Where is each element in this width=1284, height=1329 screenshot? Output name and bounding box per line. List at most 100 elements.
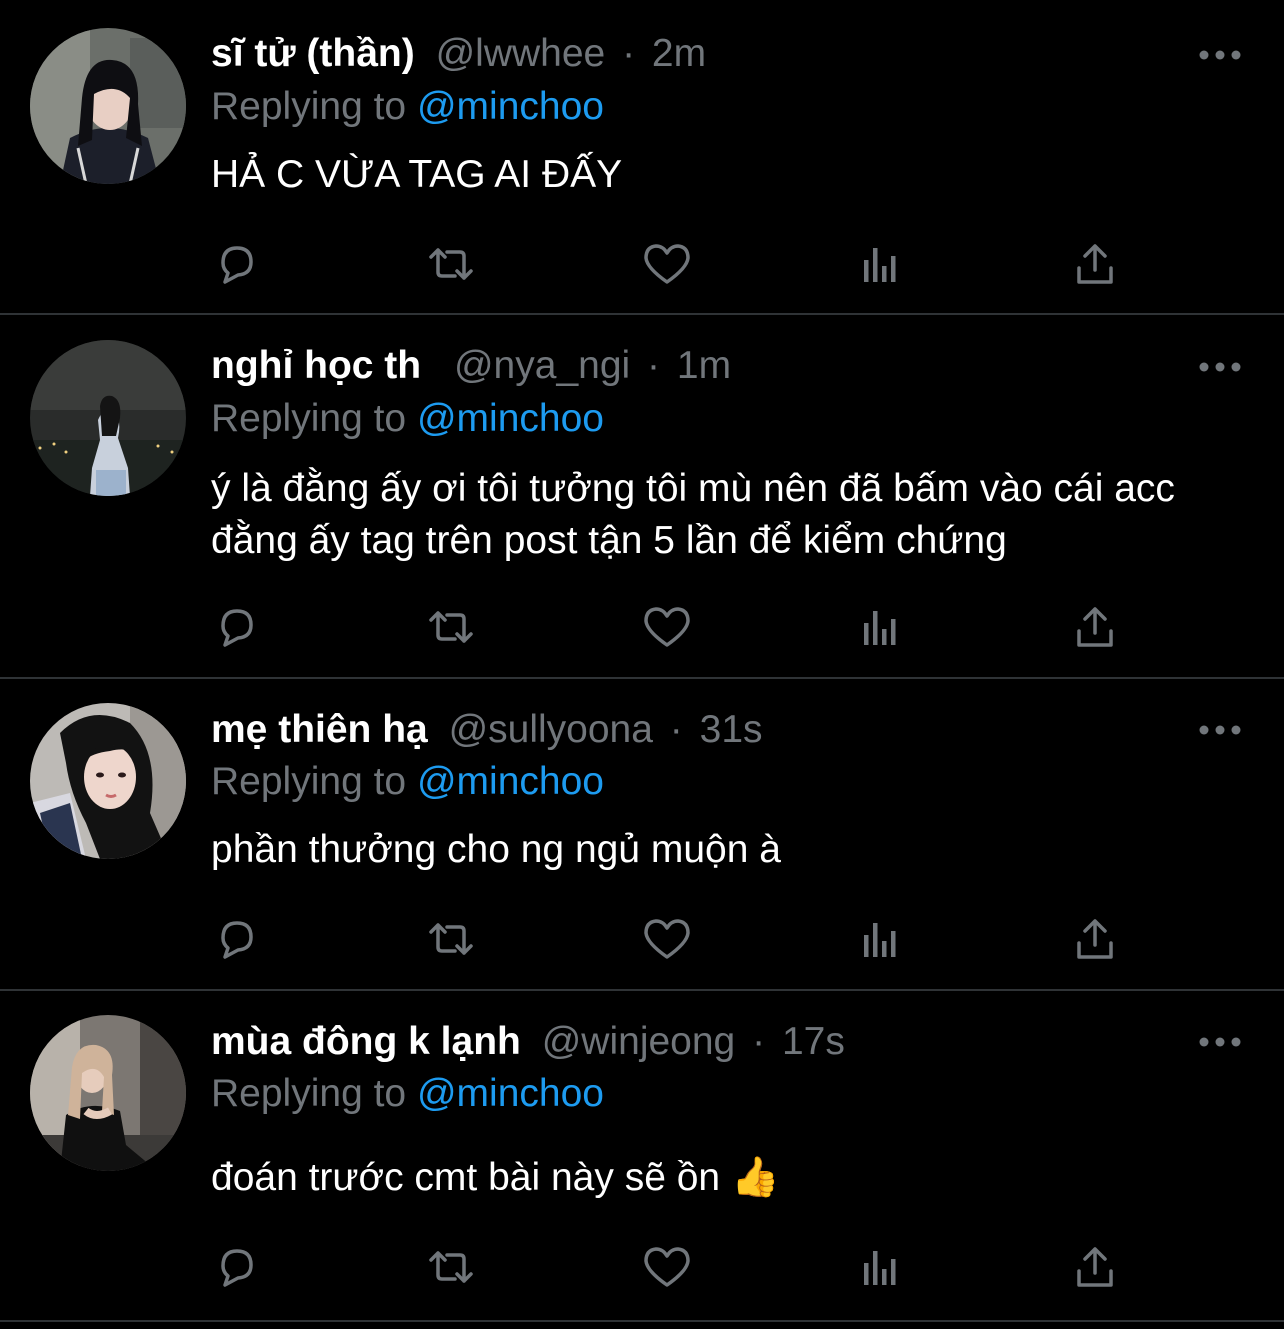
like-button[interactable] bbox=[641, 601, 693, 653]
user-handle[interactable]: @nya_ngi bbox=[454, 344, 630, 387]
replying-to-label: Replying to bbox=[211, 397, 407, 440]
separator-dot: · bbox=[622, 32, 636, 75]
retweet-button[interactable] bbox=[425, 1241, 477, 1293]
replying-to: Replying to @minchoo bbox=[211, 758, 604, 806]
share-button[interactable] bbox=[1069, 238, 1121, 290]
separator-dot: · bbox=[647, 344, 661, 387]
reply-button[interactable] bbox=[211, 238, 263, 290]
timestamp[interactable]: 31s bbox=[700, 708, 763, 751]
tweet-header: nghỉ học th @nya_ngi · 1m bbox=[211, 342, 731, 390]
tweet[interactable]: mẹ thiên hạ @sullyoona · 31s Replying to… bbox=[0, 679, 1284, 989]
avatar-photo bbox=[30, 28, 186, 184]
like-button[interactable] bbox=[641, 913, 693, 965]
share-button[interactable] bbox=[1069, 1241, 1121, 1293]
user-handle[interactable]: @lwwhee bbox=[436, 32, 606, 75]
like-icon bbox=[644, 607, 690, 647]
action-bar bbox=[211, 238, 1131, 290]
retweet-icon bbox=[429, 248, 473, 280]
like-icon bbox=[644, 919, 690, 959]
analytics-icon bbox=[864, 1251, 896, 1285]
mention-link[interactable]: @minchoo bbox=[417, 85, 604, 128]
tweet-header: mẹ thiên hạ @sullyoona · 31s bbox=[211, 706, 763, 754]
analytics-icon bbox=[864, 248, 896, 282]
tweet-text: HẢ C VỪA TAG AI ĐẤY bbox=[211, 150, 1251, 200]
replying-to-label: Replying to bbox=[211, 760, 407, 803]
like-icon bbox=[644, 1247, 690, 1287]
tweet-header: sĩ tử (thần) @lwwhee · 2m bbox=[211, 30, 706, 78]
retweet-icon bbox=[429, 1251, 473, 1283]
analytics-button[interactable] bbox=[855, 238, 907, 290]
action-bar bbox=[211, 913, 1131, 965]
tweet-text: phần thưởng cho ng ngủ muộn à bbox=[211, 825, 1251, 875]
retweet-button[interactable] bbox=[425, 913, 477, 965]
avatar-photo bbox=[30, 340, 186, 496]
reply-icon bbox=[221, 609, 253, 647]
retweet-button[interactable] bbox=[425, 238, 477, 290]
like-button[interactable] bbox=[641, 238, 693, 290]
separator-dot: · bbox=[752, 1020, 766, 1063]
share-icon bbox=[1077, 607, 1113, 647]
analytics-button[interactable] bbox=[855, 1241, 907, 1293]
timestamp[interactable]: 2m bbox=[652, 32, 706, 75]
display-name[interactable]: mẹ thiên hạ bbox=[211, 708, 428, 751]
retweet-icon bbox=[429, 611, 473, 643]
more-icon[interactable] bbox=[1196, 357, 1244, 377]
reply-button[interactable] bbox=[211, 1241, 263, 1293]
divider bbox=[0, 1320, 1284, 1322]
analytics-icon bbox=[864, 923, 896, 957]
reply-icon bbox=[221, 1249, 253, 1287]
analytics-button[interactable] bbox=[855, 601, 907, 653]
replying-to-label: Replying to bbox=[211, 85, 407, 128]
tweet-text-content: đoán trước cmt bài này sẽ ồn bbox=[211, 1156, 721, 1199]
mention-link[interactable]: @minchoo bbox=[417, 397, 604, 440]
avatar[interactable] bbox=[30, 1015, 186, 1171]
display-name[interactable]: nghỉ học th bbox=[211, 344, 421, 387]
share-button[interactable] bbox=[1069, 601, 1121, 653]
display-name[interactable]: sĩ tử (thần) bbox=[211, 32, 415, 75]
avatar[interactable] bbox=[30, 340, 186, 496]
thumbs-up-icon: 👍 bbox=[730, 1155, 780, 1200]
more-icon[interactable] bbox=[1196, 720, 1244, 740]
like-icon bbox=[644, 244, 690, 284]
replying-to: Replying to @minchoo bbox=[211, 83, 604, 131]
share-icon bbox=[1077, 1247, 1113, 1287]
avatar[interactable] bbox=[30, 703, 186, 859]
tweet[interactable]: mùa đông k lạnh @winjeong · 17s Replying… bbox=[0, 991, 1284, 1318]
replying-to: Replying to @minchoo bbox=[211, 395, 604, 443]
user-handle[interactable]: @sullyoona bbox=[449, 708, 653, 751]
like-button[interactable] bbox=[641, 1241, 693, 1293]
reply-icon bbox=[221, 921, 253, 959]
reply-icon bbox=[221, 246, 253, 284]
tweet-text-content: ý là đằng ấy ơi tôi tưởng tôi mù nên đã … bbox=[211, 467, 1175, 562]
tweet[interactable]: sĩ tử (thần) @lwwhee · 2m Replying to @m… bbox=[0, 0, 1284, 314]
replying-to: Replying to @minchoo bbox=[211, 1070, 604, 1118]
tweet-text: ý là đằng ấy ơi tôi tưởng tôi mù nên đã … bbox=[211, 463, 1251, 567]
timestamp[interactable]: 1m bbox=[677, 344, 731, 387]
replying-to-label: Replying to bbox=[211, 1072, 407, 1115]
action-bar bbox=[211, 601, 1131, 653]
mention-link[interactable]: @minchoo bbox=[417, 1072, 604, 1115]
analytics-button[interactable] bbox=[855, 913, 907, 965]
avatar-photo bbox=[30, 703, 186, 859]
tweet-text-content: phần thưởng cho ng ngủ muộn à bbox=[211, 828, 781, 871]
tweet-text-content: HẢ C VỪA TAG AI ĐẤY bbox=[211, 153, 623, 196]
reply-button[interactable] bbox=[211, 601, 263, 653]
share-icon bbox=[1077, 919, 1113, 959]
tweet-header: mùa đông k lạnh @winjeong · 17s bbox=[211, 1018, 845, 1066]
avatar[interactable] bbox=[30, 28, 186, 184]
retweet-icon bbox=[429, 923, 473, 955]
more-icon[interactable] bbox=[1196, 1032, 1244, 1052]
user-handle[interactable]: @winjeong bbox=[542, 1020, 736, 1063]
timestamp[interactable]: 17s bbox=[782, 1020, 845, 1063]
retweet-button[interactable] bbox=[425, 601, 477, 653]
analytics-icon bbox=[864, 611, 896, 645]
reply-button[interactable] bbox=[211, 913, 263, 965]
tweet[interactable]: nghỉ học th @nya_ngi · 1m Replying to @m… bbox=[0, 315, 1284, 677]
share-icon bbox=[1077, 244, 1113, 284]
separator-dot: · bbox=[669, 708, 683, 751]
more-icon[interactable] bbox=[1196, 45, 1244, 65]
mention-link[interactable]: @minchoo bbox=[417, 760, 604, 803]
share-button[interactable] bbox=[1069, 913, 1121, 965]
display-name[interactable]: mùa đông k lạnh bbox=[211, 1020, 521, 1063]
avatar-photo bbox=[30, 1015, 186, 1171]
